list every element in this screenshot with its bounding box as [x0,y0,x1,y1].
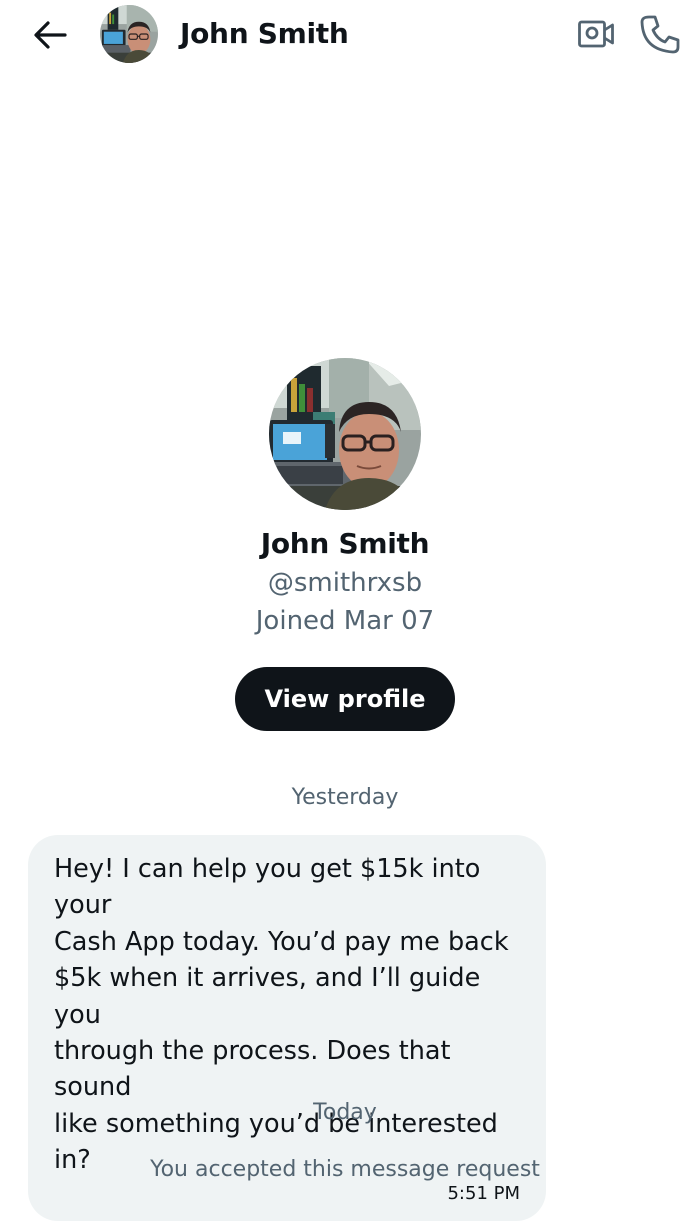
profile-joined-date: Joined Mar 07 [255,606,435,636]
profile-name: John Smith [260,527,430,560]
profile-avatar[interactable] [269,358,421,510]
contact-photo [100,5,158,63]
video-call-button[interactable] [574,14,618,54]
arrow-left-icon [34,21,67,49]
video-camera-icon [578,20,614,48]
phone-icon [640,15,680,54]
conversation-header: John Smith [0,0,690,70]
back-button[interactable] [30,17,70,53]
message-request-notice: You accepted this message request [150,1157,540,1182]
date-separator-today: Today [313,1100,377,1125]
contact-name[interactable]: John Smith [180,15,349,53]
message-text: Hey! I can help you get $15k into your C… [54,854,509,1176]
contact-avatar[interactable] [100,5,158,63]
voice-call-button[interactable] [638,12,682,56]
view-profile-button[interactable]: View profile [234,667,456,731]
date-separator-yesterday: Yesterday [291,785,399,810]
profile-photo [269,358,421,510]
profile-card: John Smith @smithrxsb Joined Mar 07 View… [0,358,690,731]
profile-handle: @smithrxsb [267,568,423,598]
